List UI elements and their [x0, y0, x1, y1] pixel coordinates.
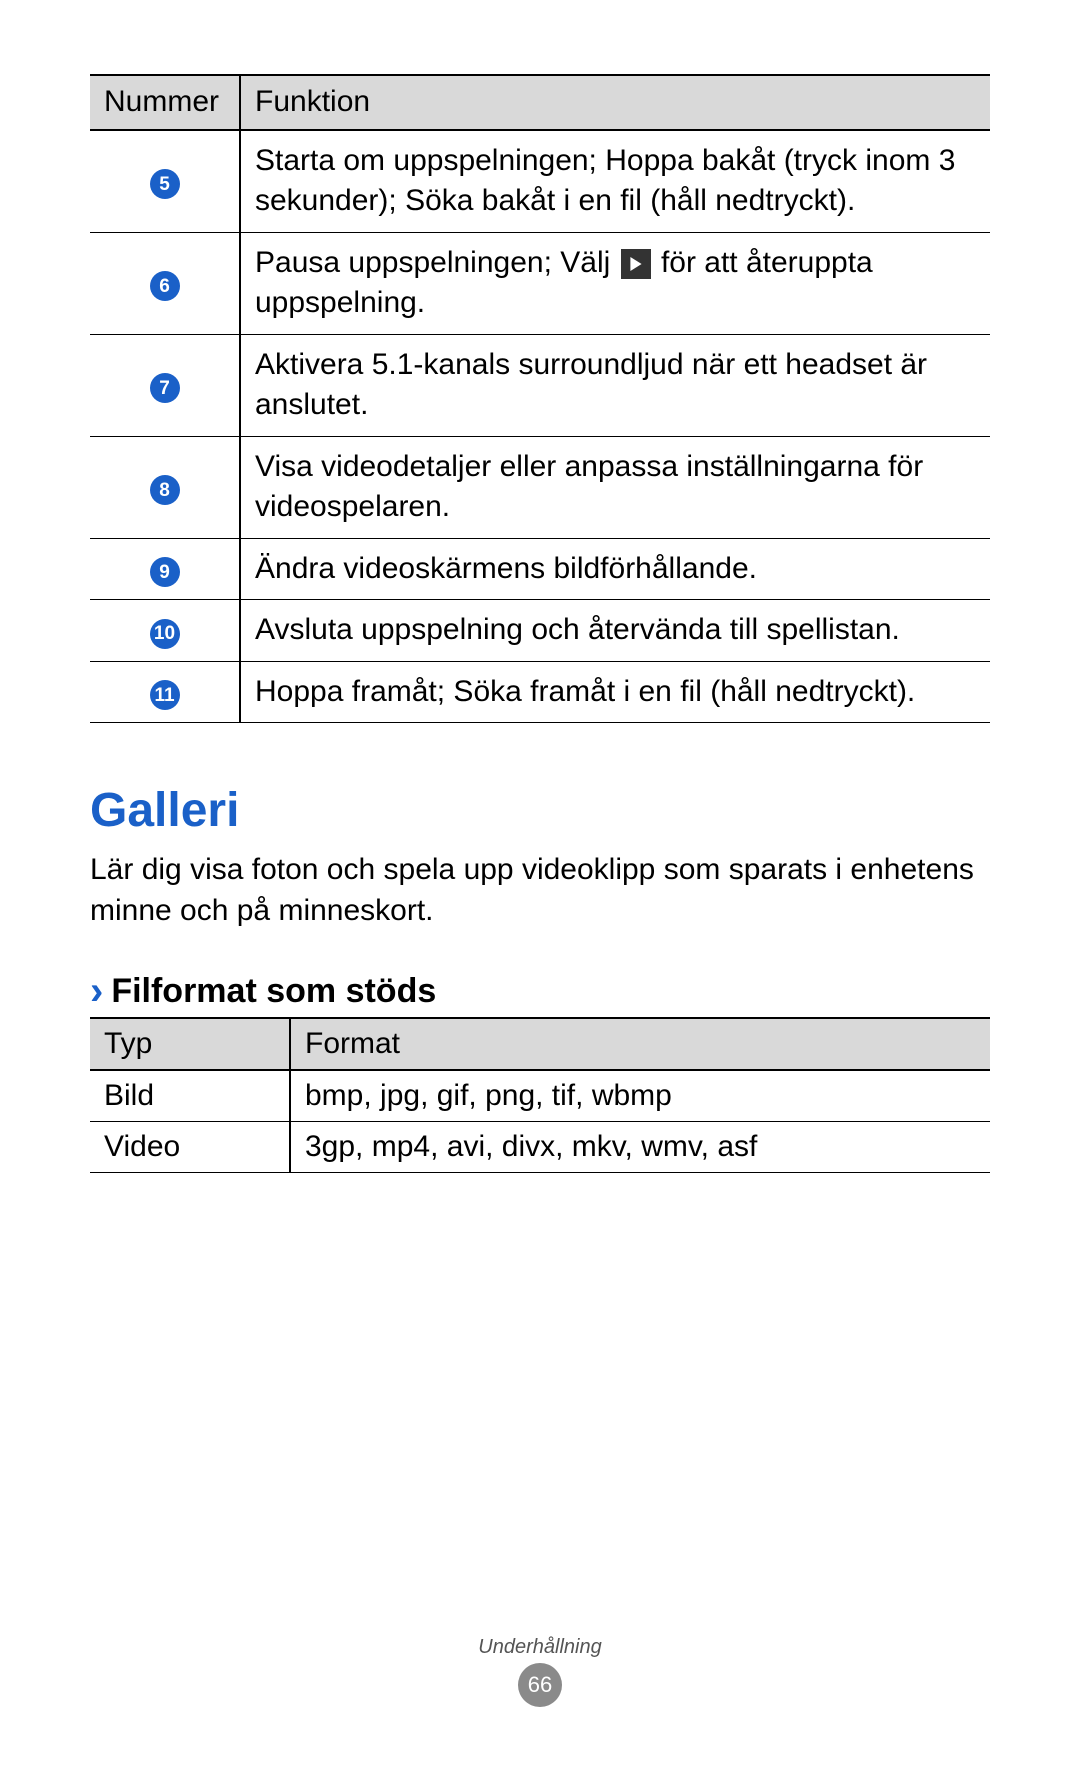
- function-text: Aktivera 5.1-kanals surroundljud när ett…: [240, 334, 990, 436]
- table-row: Bild bmp, jpg, gif, png, tif, wbmp: [90, 1070, 990, 1122]
- type-cell: Video: [90, 1122, 290, 1173]
- table-row: 9 Ändra videoskärmens bildförhållande.: [90, 538, 990, 600]
- number-bullet-icon: 10: [150, 619, 180, 649]
- table-row: 7 Aktivera 5.1-kanals surroundljud när e…: [90, 334, 990, 436]
- function-text: Visa videodetaljer eller anpassa inställ…: [240, 436, 990, 538]
- th-number: Nummer: [90, 75, 240, 130]
- play-icon: [621, 249, 651, 279]
- number-bullet-icon: 8: [150, 475, 180, 505]
- number-bullet-icon: 7: [150, 373, 180, 403]
- th-type: Typ: [90, 1018, 290, 1070]
- table-row: Video 3gp, mp4, avi, divx, mkv, wmv, asf: [90, 1122, 990, 1173]
- section-intro: Lär dig visa foton och spela upp videokl…: [90, 850, 990, 931]
- section-title: Galleri: [90, 783, 990, 838]
- subsection-heading: › Filformat som stöds: [90, 971, 990, 1011]
- table-row: 8 Visa videodetaljer eller anpassa instä…: [90, 436, 990, 538]
- function-text: Pausa uppspelningen; Välj för att återup…: [240, 232, 990, 334]
- table-row: 6 Pausa uppspelningen; Välj för att åter…: [90, 232, 990, 334]
- format-cell: bmp, jpg, gif, png, tif, wbmp: [290, 1070, 990, 1122]
- number-bullet-icon: 9: [150, 557, 180, 587]
- page-footer: Underhållning 66: [0, 1636, 1080, 1707]
- format-table: Typ Format Bild bmp, jpg, gif, png, tif,…: [90, 1017, 990, 1173]
- function-text: Ändra videoskärmens bildförhållande.: [240, 538, 990, 600]
- th-format: Format: [290, 1018, 990, 1070]
- table-row: 5 Starta om uppspelningen; Hoppa bakåt (…: [90, 130, 990, 233]
- format-cell: 3gp, mp4, avi, divx, mkv, wmv, asf: [290, 1122, 990, 1173]
- function-table: Nummer Funktion 5 Starta om uppspelninge…: [90, 74, 990, 723]
- table-row: 11 Hoppa framåt; Söka framåt i en fil (h…: [90, 661, 990, 723]
- table-row: 10 Avsluta uppspelning och återvända til…: [90, 600, 990, 662]
- function-text: Hoppa framåt; Söka framåt i en fil (håll…: [240, 661, 990, 723]
- footer-category: Underhållning: [0, 1636, 1080, 1659]
- th-function: Funktion: [240, 75, 990, 130]
- subsection-title: Filformat som stöds: [111, 972, 436, 1011]
- number-bullet-icon: 6: [150, 271, 180, 301]
- number-bullet-icon: 11: [150, 680, 180, 710]
- page-content: Nummer Funktion 5 Starta om uppspelninge…: [0, 0, 1080, 1173]
- chevron-right-icon: ›: [90, 971, 103, 1011]
- type-cell: Bild: [90, 1070, 290, 1122]
- function-text: Avsluta uppspelning och återvända till s…: [240, 600, 990, 662]
- function-text: Starta om uppspelningen; Hoppa bakåt (tr…: [240, 130, 990, 233]
- number-bullet-icon: 5: [150, 169, 180, 199]
- page-number-badge: 66: [518, 1663, 562, 1707]
